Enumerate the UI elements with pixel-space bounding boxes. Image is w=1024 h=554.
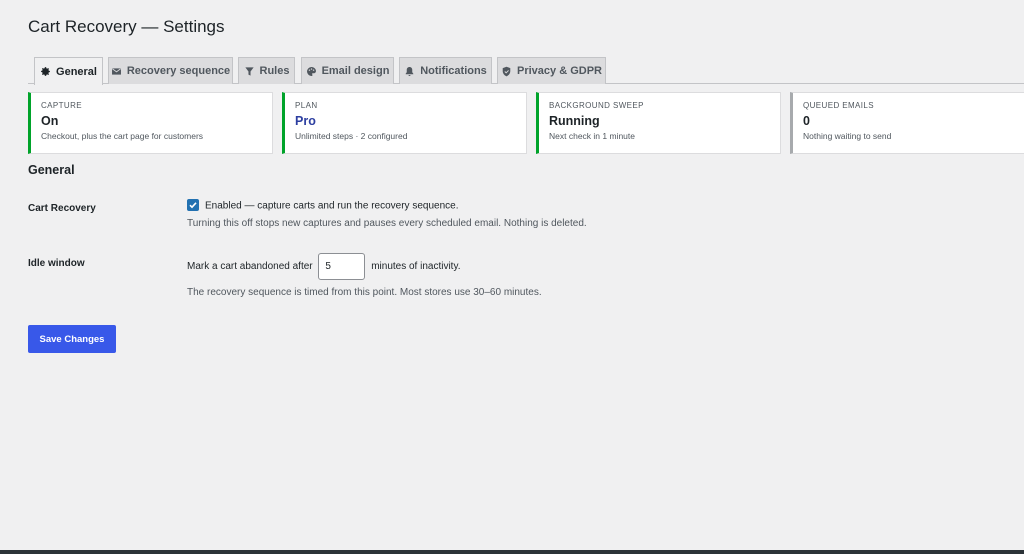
tab-label: Recovery sequence (126, 65, 231, 77)
idle-window-field: Mark a cart abandoned after 5 minutes of… (187, 253, 461, 280)
tab-label: Rules (259, 65, 290, 77)
idle-window-description: The recovery sequence is timed from this… (187, 287, 542, 298)
card-label: QUEUED EMAILS (803, 101, 874, 110)
tab-rules[interactable]: Rules (238, 57, 295, 84)
card-label: BACKGROUND SWEEP (549, 101, 644, 110)
cart-recovery-field: Enabled — capture carts and run the reco… (187, 199, 458, 212)
idle-prefix: Mark a cart abandoned after (187, 261, 313, 273)
page-title: Cart Recovery — Settings (28, 17, 225, 36)
tab-label: Email design (321, 65, 390, 77)
idle-minutes-input[interactable]: 5 (318, 253, 366, 280)
idle-window-label: Idle window (28, 258, 85, 269)
save-changes-button[interactable]: Save Changes (28, 325, 116, 353)
palette-icon (306, 66, 317, 77)
settings-tabs: General Recovery sequence Rules Email de… (28, 57, 1024, 85)
card-sub: Unlimited steps · 2 configured (295, 131, 408, 141)
checkmark-icon (189, 202, 197, 209)
stat-card-background-sweep: BACKGROUND SWEEP Running Next check in 1… (536, 92, 781, 154)
plan-link[interactable]: Pro (295, 114, 516, 128)
bell-icon (404, 66, 415, 77)
card-label: CAPTURE (41, 101, 83, 110)
cart-recovery-description: Turning this off stops new captures and … (187, 218, 587, 229)
cart-recovery-label: Cart Recovery (28, 203, 96, 214)
card-value: 0 (803, 114, 810, 128)
envelope-icon (111, 66, 122, 77)
tab-label: General (56, 65, 97, 78)
tab-notifications[interactable]: Notifications (399, 57, 492, 84)
card-sub: Nothing waiting to send (803, 131, 892, 141)
tab-recovery-sequence[interactable]: Recovery sequence (108, 57, 233, 84)
tab-privacy-gdpr[interactable]: Privacy & GDPR (497, 57, 606, 84)
idle-suffix: minutes of inactivity. (371, 261, 461, 273)
tab-label: Notifications (420, 65, 487, 77)
stat-card-plan: PLAN Pro Unlimited steps · 2 configured (282, 92, 527, 154)
card-value: Running (549, 114, 600, 128)
stat-card-queued-emails: QUEUED EMAILS 0 Nothing waiting to send (790, 92, 1024, 154)
stat-card-capture: CAPTURE On Checkout, plus the cart page … (28, 92, 273, 154)
section-title: General (28, 163, 75, 177)
checkbox-label[interactable]: Enabled — capture carts and run the reco… (205, 201, 458, 212)
tab-general[interactable]: General (34, 57, 103, 85)
card-value: On (41, 114, 59, 128)
filter-icon (244, 66, 255, 77)
shield-icon (501, 66, 512, 77)
tab-label: Privacy & GDPR (517, 65, 602, 77)
bottom-bar (0, 550, 1024, 554)
card-sub: Next check in 1 minute (549, 131, 635, 141)
tab-email-design[interactable]: Email design (301, 57, 394, 84)
card-label: PLAN (295, 101, 318, 110)
gear-icon (40, 66, 51, 77)
enabled-checkbox[interactable] (187, 199, 199, 211)
card-sub: Checkout, plus the cart page for custome… (41, 131, 204, 141)
